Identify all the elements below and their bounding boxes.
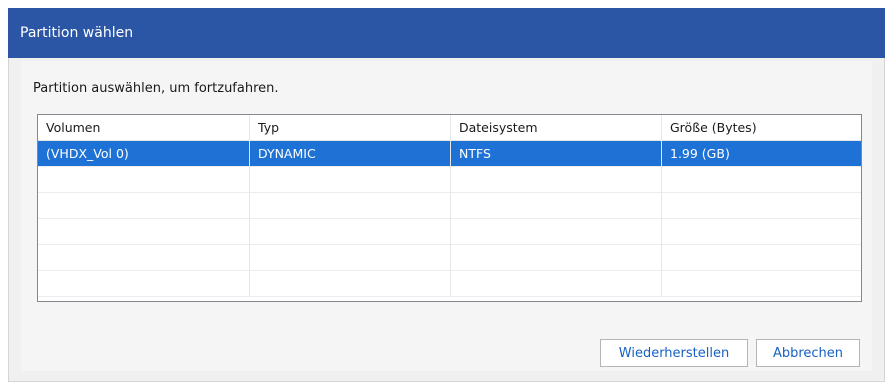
cell-type xyxy=(250,167,451,192)
cell-filesystem xyxy=(451,193,662,218)
table-row[interactable] xyxy=(38,271,861,297)
cell-filesystem: NTFS xyxy=(451,141,662,166)
cell-type xyxy=(250,219,451,244)
cell-size xyxy=(662,245,861,270)
table-row[interactable] xyxy=(38,167,861,193)
instruction-text: Partition auswählen, um fortzufahren. xyxy=(33,81,279,96)
dialog-title: Partition wählen xyxy=(8,8,885,58)
partition-dialog: Partition wählen Partition auswählen, um… xyxy=(8,8,885,382)
table-row[interactable] xyxy=(38,245,861,271)
cell-filesystem xyxy=(451,245,662,270)
cell-type xyxy=(250,193,451,218)
cell-volume xyxy=(38,167,250,192)
cell-type: DYNAMIC xyxy=(250,141,451,166)
cancel-button[interactable]: Abbrechen xyxy=(756,339,860,367)
cell-size: 1.99 (GB) xyxy=(662,141,861,166)
cell-volume xyxy=(38,245,250,270)
cell-filesystem xyxy=(451,271,662,296)
cell-type xyxy=(250,271,451,296)
dialog-content: Partition auswählen, um fortzufahren. Vo… xyxy=(21,61,872,371)
button-bar: Wiederherstellen Abbrechen xyxy=(600,339,860,367)
cell-volume: (VHDX_Vol 0) xyxy=(38,141,250,166)
table-row[interactable]: (VHDX_Vol 0) DYNAMIC NTFS 1.99 (GB) xyxy=(38,141,861,167)
partition-list[interactable]: Volumen Typ Dateisystem Größe (Bytes) (V… xyxy=(37,114,862,302)
restore-button[interactable]: Wiederherstellen xyxy=(600,339,748,367)
cell-volume xyxy=(38,219,250,244)
column-header-groesse[interactable]: Größe (Bytes) xyxy=(662,115,861,140)
cell-type xyxy=(250,245,451,270)
column-header-volumen[interactable]: Volumen xyxy=(38,115,250,140)
cell-filesystem xyxy=(451,167,662,192)
list-header: Volumen Typ Dateisystem Größe (Bytes) xyxy=(38,115,861,141)
cell-volume xyxy=(38,193,250,218)
cell-size xyxy=(662,167,861,192)
table-row[interactable] xyxy=(38,193,861,219)
cell-size xyxy=(662,271,861,296)
cell-filesystem xyxy=(451,219,662,244)
cell-size xyxy=(662,193,861,218)
cell-size xyxy=(662,219,861,244)
table-row[interactable] xyxy=(38,219,861,245)
cell-volume xyxy=(38,271,250,296)
column-header-dateisystem[interactable]: Dateisystem xyxy=(451,115,662,140)
column-header-typ[interactable]: Typ xyxy=(250,115,451,140)
